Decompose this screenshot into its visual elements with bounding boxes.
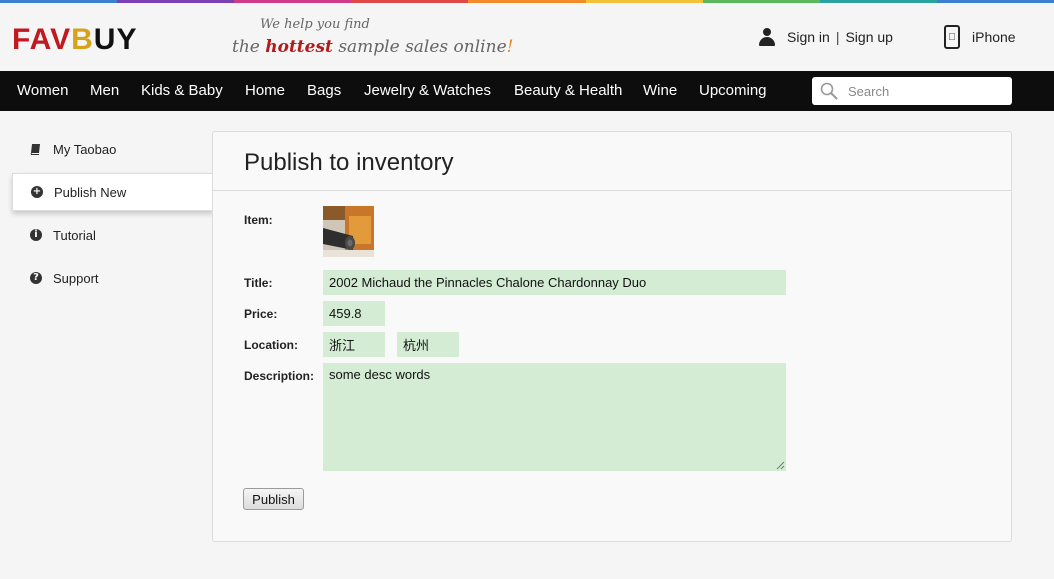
account-links: Sign in | Sign up [758, 27, 893, 47]
sidebar-item-label: Tutorial [53, 227, 96, 243]
iphone-label: iPhone [972, 29, 1016, 45]
sidebar: My Taobao + Publish New i Tutorial ? Sup… [12, 130, 214, 302]
nav-item-jewelry-watches[interactable]: Jewelry & Watches [364, 82, 491, 99]
sidebar-item-support[interactable]: ? Support [12, 259, 213, 297]
sidebar-item-label: Support [53, 270, 99, 286]
item-thumbnail [323, 206, 374, 257]
sidebar-item-label: My Taobao [53, 141, 117, 157]
price-label: Price: [244, 307, 278, 321]
wine-bottle-image [323, 206, 374, 257]
city-input[interactable] [397, 332, 459, 357]
sidebar-item-tutorial[interactable]: i Tutorial [12, 216, 213, 254]
tagline-hottest: hottest [265, 37, 333, 57]
info-icon: i [30, 229, 42, 241]
tagline-line1: We help you find [260, 17, 370, 32]
nav-item-home[interactable]: Home [245, 82, 285, 99]
plus-circle-icon: + [31, 186, 43, 198]
pencil-icon: ! [506, 37, 514, 57]
iphone-icon:  [944, 25, 960, 49]
sign-up-link[interactable]: Sign up [845, 29, 892, 45]
tagline-the: the [232, 37, 260, 57]
publish-button[interactable]: Publish [243, 488, 304, 510]
search-box [812, 77, 1012, 105]
favbuy-logo[interactable]: FAV B UY [12, 25, 137, 55]
logo-part-uy: UY [93, 23, 138, 56]
page-title: Publish to inventory [244, 149, 454, 176]
question-icon: ? [30, 272, 42, 284]
province-input[interactable] [323, 332, 385, 357]
nav-item-women[interactable]: Women [17, 82, 68, 99]
nav-item-kids-baby[interactable]: Kids & Baby [141, 82, 223, 99]
logo-part-b: B [71, 23, 94, 56]
nav-item-wine[interactable]: Wine [643, 82, 677, 99]
location-label: Location: [244, 338, 298, 352]
logo-part-fav: FAV [12, 23, 72, 56]
price-input[interactable] [323, 301, 385, 326]
iphone-link[interactable]:  iPhone [944, 25, 1016, 49]
nav-item-beauty-health[interactable]: Beauty & Health [514, 82, 622, 99]
sign-in-link[interactable]: Sign in [787, 29, 830, 45]
nav-item-men[interactable]: Men [90, 82, 119, 99]
title-label: Title: [244, 276, 273, 290]
tagline-rest: sample sales online [338, 37, 507, 57]
link-separator: | [835, 29, 840, 45]
description-label: Description: [244, 369, 315, 383]
description-textarea[interactable]: some desc words [323, 363, 786, 471]
site-header: FAV B UY We help you find the hottest samp… [0, 3, 1054, 71]
title-divider [213, 190, 1011, 191]
sidebar-item-publish-new[interactable]: + Publish New [12, 173, 214, 211]
nav-item-upcoming[interactable]: Upcoming [699, 82, 767, 99]
sidebar-item-label: Publish New [54, 184, 127, 200]
search-icon[interactable] [820, 82, 838, 100]
item-label: Item: [244, 213, 273, 227]
title-input[interactable] [323, 270, 786, 295]
publish-panel: Publish to inventory Item: Title: Price:… [212, 131, 1012, 542]
user-icon [758, 27, 776, 47]
resize-grip-icon[interactable] [776, 461, 785, 470]
nav-item-bags[interactable]: Bags [307, 82, 341, 99]
tagline-line2: the hottest sample sales online! [232, 37, 513, 57]
book-icon [30, 143, 42, 155]
sidebar-item-my-taobao[interactable]: My Taobao [12, 130, 213, 168]
search-input[interactable] [848, 81, 1004, 101]
main-nav: Women Men Kids & Baby Home Bags Jewelry … [0, 71, 1054, 111]
